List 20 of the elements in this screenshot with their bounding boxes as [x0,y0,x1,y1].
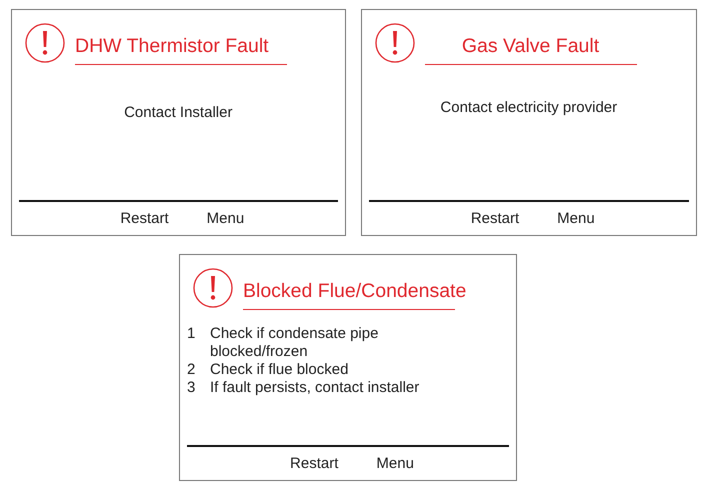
step-number: 1 [187,325,196,344]
softkey-button[interactable]: Restart [120,210,169,227]
softkey-button[interactable]: Restart [290,455,338,472]
step-number: 3 [187,379,196,397]
step-text: If fault persists, contact installer [210,379,420,397]
fault-title: Blocked Flue/Condensate [243,279,466,303]
warning-icon [374,23,415,63]
warning-icon [193,268,233,308]
fault-title: DHW Thermistor Fault [75,34,269,58]
step-text: Check if flue blocked [210,361,350,379]
message-text: Contact electricity provider [440,99,618,117]
softkey-button[interactable]: Menu [206,210,244,227]
softkey-button[interactable]: Restart [470,210,520,227]
message-text: Contact Installer [124,104,232,122]
fault-title: Gas Valve Fault [462,34,600,58]
warning-icon [25,23,65,63]
softkey-button[interactable]: Menu [557,210,595,227]
step-number: 2 [187,361,196,379]
softkey-button[interactable]: Menu [376,455,414,472]
step-text: Check if condensate pipe blocked/frozen [210,325,380,361]
